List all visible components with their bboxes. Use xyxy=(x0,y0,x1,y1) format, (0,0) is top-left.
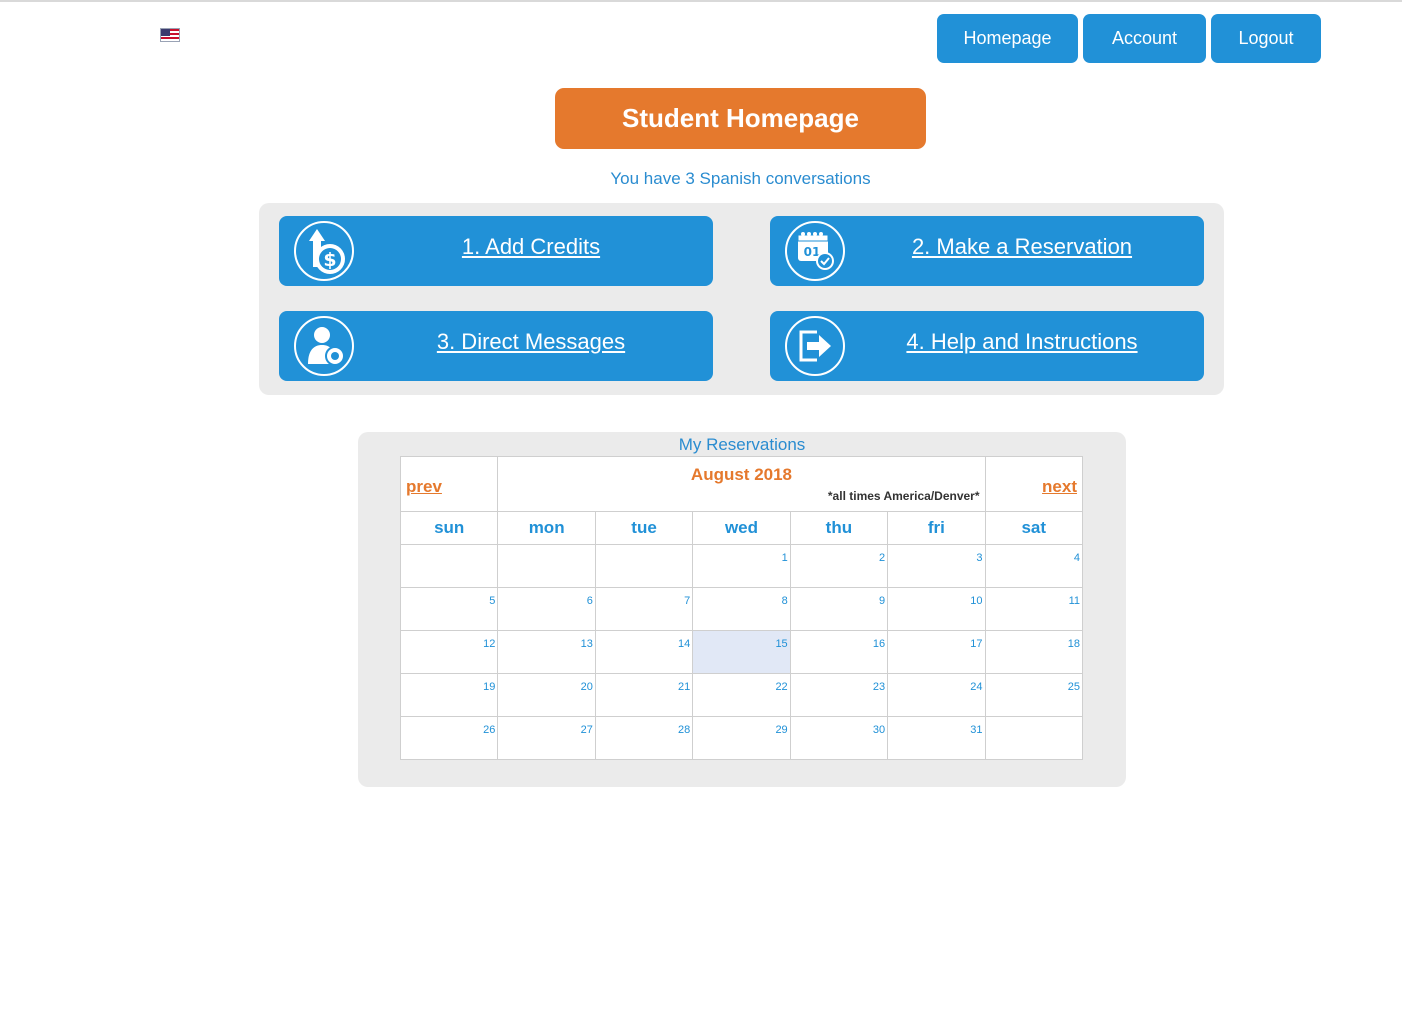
weekday-header: wed xyxy=(692,511,791,545)
calendar-day-cell[interactable]: 13 xyxy=(497,630,596,674)
help-instructions-button[interactable]: 4. Help and Instructions xyxy=(770,311,1204,381)
add-credits-icon: $ xyxy=(294,221,354,281)
timezone-note: *all times America/Denver* xyxy=(827,489,980,503)
add-credits-button[interactable]: $ 1. Add Credits xyxy=(279,216,713,286)
weekday-header: fri xyxy=(887,511,986,545)
calendar-week-row: 1234 xyxy=(399,544,1084,588)
weekday-header: sun xyxy=(399,511,499,545)
calendar-week-row: 26 27 28 29 30 31 xyxy=(399,716,1084,760)
calendar-header: August 2018 *all times America/Denver* xyxy=(497,456,986,512)
conversation-count: You have 3 Spanish conversations xyxy=(610,169,871,188)
direct-messages-label[interactable]: 3. Direct Messages xyxy=(349,311,713,373)
calendar-day-cell[interactable]: 7 xyxy=(594,587,694,631)
calendar-day-cell[interactable]: 19 xyxy=(399,673,499,717)
calendar-day-cell[interactable]: 26 xyxy=(399,716,499,760)
calendar-day-cell[interactable]: 15 xyxy=(692,630,791,674)
us-flag-icon[interactable] xyxy=(160,28,180,42)
calendar-day-cell[interactable]: 22 xyxy=(692,673,791,717)
svg-text:$: $ xyxy=(323,249,336,271)
calendar-day-cell[interactable]: 5 xyxy=(399,587,499,631)
weekday-header: sat xyxy=(984,511,1084,545)
calendar-empty-cell xyxy=(497,544,596,588)
weekday-header: tue xyxy=(594,511,694,545)
calendar-week-row: 12 13 14 15 16 17 18 xyxy=(399,630,1084,674)
calendar-day-cell[interactable]: 10 xyxy=(887,587,986,631)
exit-arrow-icon xyxy=(785,316,845,376)
calendar-week-row: 5 6 7 8 9 10 11 xyxy=(399,587,1084,631)
calendar-day-cell[interactable]: 27 xyxy=(497,716,596,760)
calendar-empty-cell xyxy=(399,544,499,588)
calendar-day-cell[interactable]: 12 xyxy=(399,630,499,674)
weekday-header: thu xyxy=(789,511,889,545)
page-title: Student Homepage xyxy=(555,88,926,149)
reservations-calendar: prev August 2018 *all times America/Denv… xyxy=(399,456,1084,760)
calendar-day-cell[interactable]: 3 xyxy=(887,544,986,588)
logout-button[interactable]: Logout xyxy=(1211,14,1321,63)
reservations-title: My Reservations xyxy=(678,435,806,454)
next-month-link[interactable]: next xyxy=(984,456,1084,512)
calendar-day-cell[interactable]: 11 xyxy=(984,587,1084,631)
calendar-day-cell[interactable]: 6 xyxy=(497,587,596,631)
month-label: August 2018 xyxy=(690,465,793,484)
calendar-day-cell[interactable]: 28 xyxy=(594,716,694,760)
actions-panel: $ 1. Add Credits 01 2. Make a Reservatio… xyxy=(259,203,1224,395)
top-divider xyxy=(0,0,1402,2)
calendar-day-cell[interactable]: 14 xyxy=(594,630,694,674)
homepage-button[interactable]: Homepage xyxy=(937,14,1078,63)
calendar-day-cell[interactable]: 2 xyxy=(789,544,889,588)
calendar-week-row: 19 20 21 22 23 24 25 xyxy=(399,673,1084,717)
calendar-icon: 01 xyxy=(785,221,845,281)
weekday-header: mon xyxy=(497,511,596,545)
add-credits-label[interactable]: 1. Add Credits xyxy=(349,216,713,278)
calendar-day-cell[interactable]: 20 xyxy=(497,673,596,717)
calendar-day-cell[interactable]: 30 xyxy=(789,716,889,760)
calendar-day-cell[interactable]: 25 xyxy=(984,673,1084,717)
calendar-day-cell[interactable]: 17 xyxy=(887,630,986,674)
direct-messages-button[interactable]: 3. Direct Messages xyxy=(279,311,713,381)
make-reservation-label[interactable]: 2. Make a Reservation xyxy=(840,216,1204,278)
calendar-day-cell[interactable]: 9 xyxy=(789,587,889,631)
calendar-day-cell[interactable]: 18 xyxy=(984,630,1084,674)
calendar-day-cell[interactable]: 21 xyxy=(594,673,694,717)
calendar-day-cell[interactable]: 8 xyxy=(692,587,791,631)
prev-month-link[interactable]: prev xyxy=(399,456,499,512)
calendar-day-cell[interactable]: 1 xyxy=(692,544,791,588)
make-reservation-button[interactable]: 01 2. Make a Reservation xyxy=(770,216,1204,286)
user-gear-icon xyxy=(294,316,354,376)
calendar-day-cell[interactable]: 4 xyxy=(984,544,1084,588)
calendar-empty-cell xyxy=(594,544,694,588)
account-button[interactable]: Account xyxy=(1083,14,1206,63)
calendar-empty-cell xyxy=(984,716,1084,760)
calendar-day-cell[interactable]: 24 xyxy=(887,673,986,717)
calendar-day-cell[interactable]: 31 xyxy=(887,716,986,760)
calendar-day-cell[interactable]: 23 xyxy=(789,673,889,717)
help-instructions-label[interactable]: 4. Help and Instructions xyxy=(840,311,1204,373)
calendar-day-cell[interactable]: 29 xyxy=(692,716,791,760)
calendar-day-cell[interactable]: 16 xyxy=(789,630,889,674)
